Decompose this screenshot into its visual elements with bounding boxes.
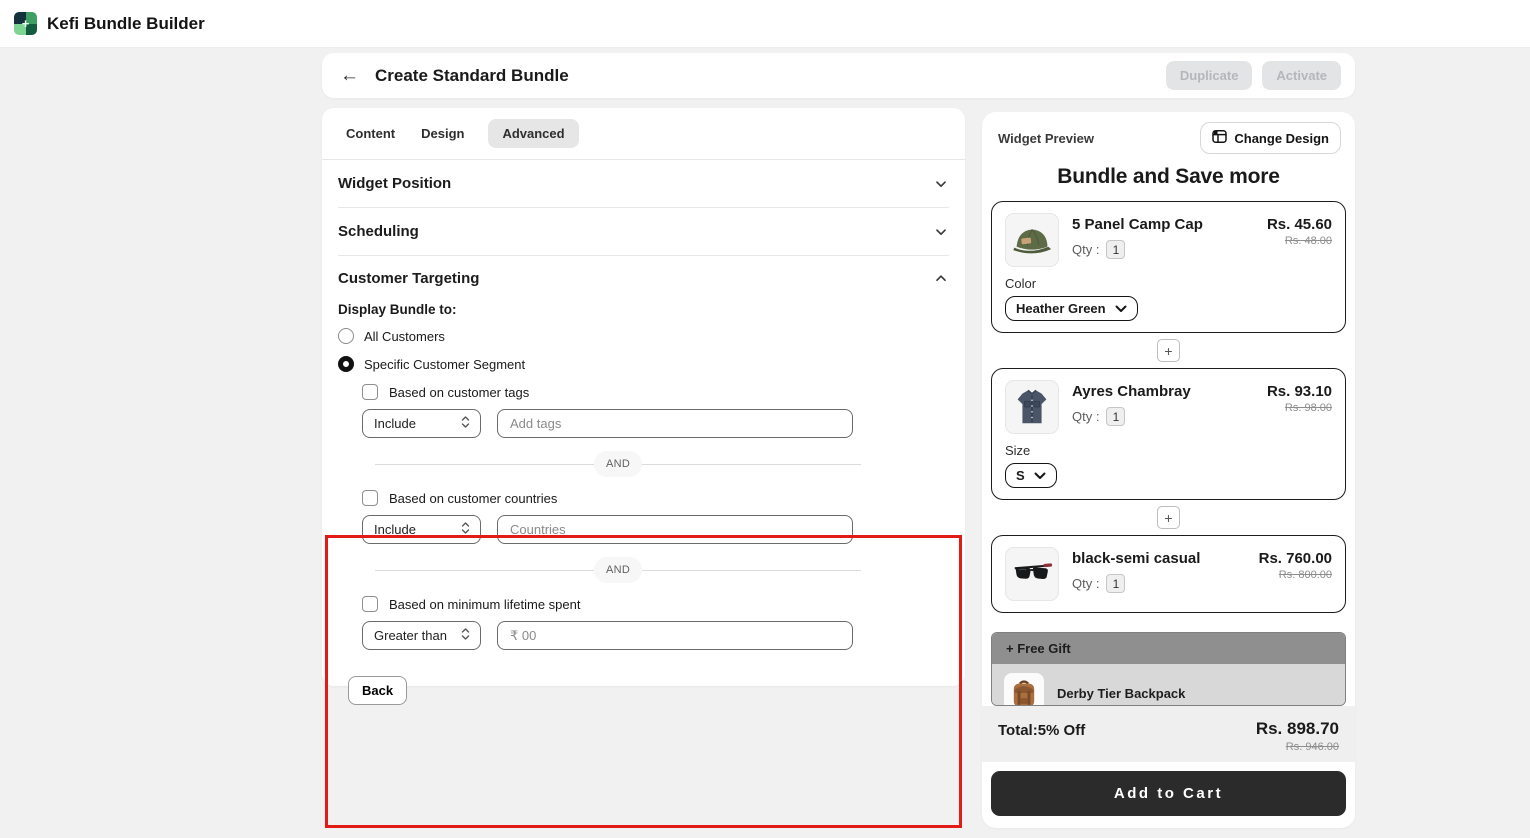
qty-label: Qty :	[1072, 409, 1099, 424]
checkbox-label: Based on minimum lifetime spent	[389, 597, 580, 612]
tab-bar: Content Design Advanced	[322, 108, 965, 160]
free-gift-header: + Free Gift	[992, 633, 1345, 664]
backpack-image	[1004, 673, 1044, 706]
preview-product-card: black-semi casual Qty : 1 Rs. 760.00 Rs.…	[991, 535, 1346, 613]
radio-all-customers[interactable]: All Customers	[338, 328, 949, 344]
countries-controls: Include	[362, 515, 949, 544]
qty-label: Qty :	[1072, 576, 1099, 591]
and-label: AND	[594, 557, 642, 583]
total-section: Total:5% Off Rs. 898.70 Rs. 946.00	[982, 706, 1355, 762]
tab-advanced[interactable]: Advanced	[488, 119, 578, 148]
product-name: Ayres Chambray	[1072, 383, 1254, 400]
chevron-down-icon	[1115, 301, 1127, 316]
total-label: Total:5% Off	[998, 719, 1085, 753]
tab-content[interactable]: Content	[344, 119, 397, 148]
qty-label: Qty :	[1072, 242, 1099, 257]
size-select[interactable]: S	[1005, 463, 1057, 488]
tags-condition-select[interactable]: Include	[362, 409, 481, 438]
countries-condition-select[interactable]: Include	[362, 515, 481, 544]
chevron-up-icon[interactable]	[933, 270, 949, 286]
and-divider: AND	[375, 557, 861, 583]
tags-controls: Include	[362, 409, 949, 438]
add-product-button[interactable]: +	[1157, 506, 1180, 529]
free-gift-section: + Free Gift Derby Tier Backpack	[991, 632, 1346, 706]
product-price: Rs. 760.00	[1259, 550, 1332, 567]
tab-design[interactable]: Design	[419, 119, 466, 148]
bundle-widget-title: Bundle and Save more	[982, 165, 1355, 189]
product-name: black-semi casual	[1072, 550, 1246, 567]
widget-preview-label: Widget Preview	[998, 131, 1094, 146]
variant-label: Size	[1005, 443, 1332, 458]
product-compare-price: Rs. 48.00	[1267, 235, 1332, 247]
layout-icon	[1212, 129, 1227, 147]
change-design-button[interactable]: Change Design	[1200, 122, 1341, 154]
spent-input[interactable]	[497, 621, 853, 650]
countries-input[interactable]	[497, 515, 853, 544]
radio-specific-segment[interactable]: Specific Customer Segment	[338, 356, 949, 372]
checkbox-icon[interactable]	[362, 384, 378, 400]
color-select[interactable]: Heather Green	[1005, 296, 1138, 321]
product-price: Rs. 45.60	[1267, 216, 1332, 233]
qty-value: 1	[1106, 240, 1125, 259]
display-bundle-to-label: Display Bundle to:	[338, 302, 949, 317]
checkbox-icon[interactable]	[362, 596, 378, 612]
radio-selected-icon[interactable]	[338, 356, 354, 372]
stepper-icon	[460, 521, 471, 538]
product-name: 5 Panel Camp Cap	[1072, 216, 1254, 233]
total-compare-price: Rs. 946.00	[1256, 741, 1339, 753]
stepper-icon	[460, 415, 471, 432]
section-widget-position[interactable]: Widget Position	[338, 160, 949, 208]
product-price: Rs. 93.10	[1267, 383, 1332, 400]
checkbox-customer-tags[interactable]: Based on customer tags	[362, 384, 949, 400]
product-compare-price: Rs. 800.00	[1259, 569, 1332, 581]
customer-targeting-body: Display Bundle to: All Customers Specifi…	[322, 302, 965, 650]
qty-value: 1	[1106, 574, 1125, 593]
tags-input[interactable]	[497, 409, 853, 438]
app-title: Kefi Bundle Builder	[47, 14, 205, 34]
section-scheduling[interactable]: Scheduling	[338, 208, 949, 256]
add-product-button[interactable]: +	[1157, 339, 1180, 362]
total-price: Rs. 898.70	[1256, 719, 1339, 739]
page-title: Create Standard Bundle	[375, 66, 569, 86]
back-arrow-icon[interactable]: ←	[336, 65, 363, 87]
checkbox-label: Based on customer countries	[389, 491, 557, 506]
add-to-cart-button[interactable]: Add to Cart	[991, 771, 1346, 816]
header-actions: Duplicate Activate	[1166, 61, 1341, 90]
app-logo-icon: +	[14, 12, 37, 35]
stepper-icon	[460, 627, 471, 644]
chevron-down-icon	[1034, 468, 1046, 483]
back-button[interactable]: Back	[348, 676, 407, 705]
widget-preview-panel: Widget Preview Change Design Bundle and …	[982, 112, 1355, 828]
checkbox-customer-countries[interactable]: Based on customer countries	[362, 490, 949, 506]
activate-button[interactable]: Activate	[1262, 61, 1341, 90]
topbar: + Kefi Bundle Builder	[0, 0, 1530, 48]
preview-product-card: 5 Panel Camp Cap Qty : 1 Rs. 45.60 Rs. 4…	[991, 201, 1346, 333]
denim-shirt-image	[1005, 380, 1059, 434]
radio-label: All Customers	[364, 329, 445, 344]
page-header: ← Create Standard Bundle Duplicate Activ…	[322, 53, 1355, 98]
radio-label: Specific Customer Segment	[364, 357, 525, 372]
chevron-down-icon[interactable]	[933, 176, 949, 192]
spent-controls: Greater than	[362, 621, 949, 650]
checkbox-label: Based on customer tags	[389, 385, 529, 400]
checkbox-icon[interactable]	[362, 490, 378, 506]
and-label: AND	[594, 451, 642, 477]
variant-label: Color	[1005, 276, 1332, 291]
and-divider: AND	[375, 451, 861, 477]
qty-value: 1	[1106, 407, 1125, 426]
sunglasses-image	[1005, 547, 1059, 601]
preview-product-card: Ayres Chambray Qty : 1 Rs. 93.10 Rs. 98.…	[991, 368, 1346, 500]
checkbox-lifetime-spent[interactable]: Based on minimum lifetime spent	[362, 596, 949, 612]
radio-icon[interactable]	[338, 328, 354, 344]
chevron-down-icon[interactable]	[933, 224, 949, 240]
settings-card: Content Design Advanced Widget Position …	[322, 108, 965, 686]
duplicate-button[interactable]: Duplicate	[1166, 61, 1253, 90]
product-compare-price: Rs. 98.00	[1267, 402, 1332, 414]
free-gift-product-name: Derby Tier Backpack	[1057, 686, 1185, 701]
section-customer-targeting[interactable]: Customer Targeting	[338, 256, 949, 300]
segment-options: Based on customer tags Include AND Based	[338, 384, 949, 650]
spent-condition-select[interactable]: Greater than	[362, 621, 481, 650]
camp-cap-image	[1005, 213, 1059, 267]
